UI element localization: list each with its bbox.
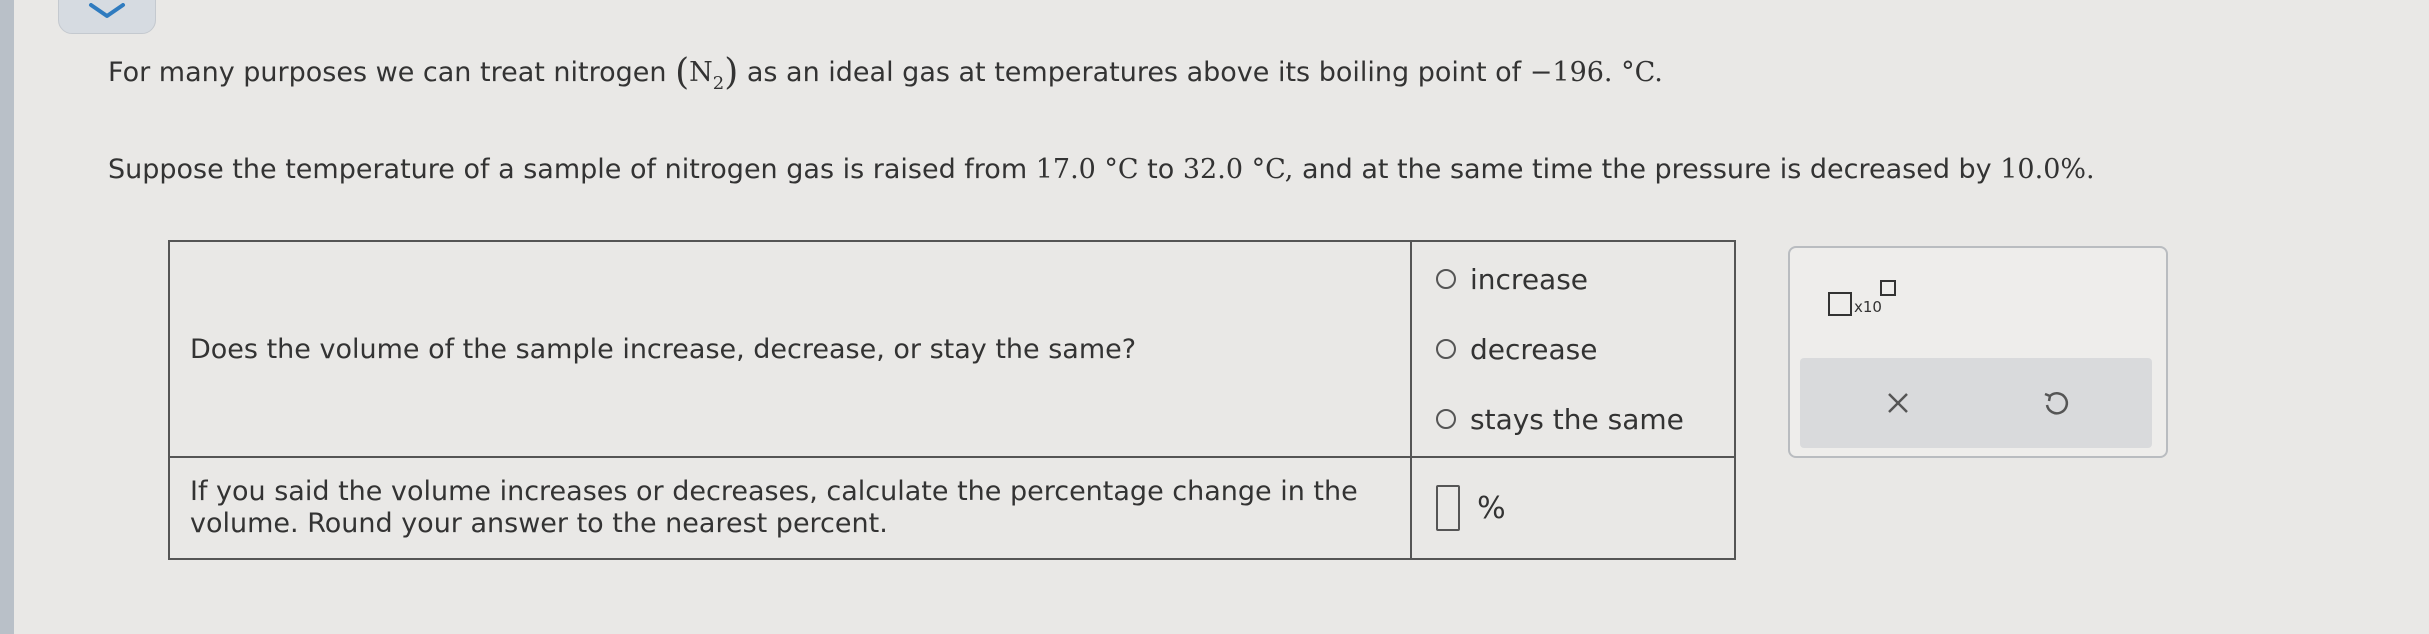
end-temperature: 32.0 °C, [1182,154,1294,185]
question-table: Does the volume of the sample increase, … [168,240,1736,560]
intro-text: For many purposes we can treat nitrogen … [108,52,1663,94]
start-temperature: 17.0 °C [1035,154,1139,185]
radio-button[interactable] [1436,339,1456,359]
percent-unit: % [1477,490,1506,526]
question-volume-direction: Does the volume of the sample increase, … [168,240,1412,458]
radio-button[interactable] [1436,269,1456,289]
percent-answer-input[interactable] [1436,485,1460,531]
left-edge-bar [0,0,14,634]
math-tools-panel: x10 [1788,246,2168,458]
answer-cell: % [1410,456,1736,560]
chevron-down-icon [89,3,125,18]
x10-label: x10 [1854,298,1882,316]
radio-button[interactable] [1436,409,1456,429]
collapse-toggle[interactable] [58,0,156,34]
undo-button[interactable] [2036,383,2076,423]
option-stays-the-same[interactable]: stays the same [1412,384,1734,454]
question-percentage-change: If you said the volume increases or decr… [168,456,1412,560]
mantissa-box [1828,292,1852,316]
tool-actions-bar [1800,358,2152,448]
boiling-point: −196. °C. [1529,57,1663,88]
formula-element: N [689,57,713,88]
pressure-change: 10.0%. [2000,154,2095,185]
exponent-box [1880,280,1896,296]
option-increase[interactable]: increase [1412,244,1734,314]
formula-subscript: 2 [712,73,725,94]
option-decrease[interactable]: decrease [1412,314,1734,384]
scenario-text: Suppose the temperature of a sample of n… [108,154,2095,185]
undo-icon [2044,392,2069,415]
volume-direction-options: increase decrease stays the same [1410,240,1736,458]
close-icon [1888,393,1908,413]
clear-button[interactable] [1878,383,1918,423]
